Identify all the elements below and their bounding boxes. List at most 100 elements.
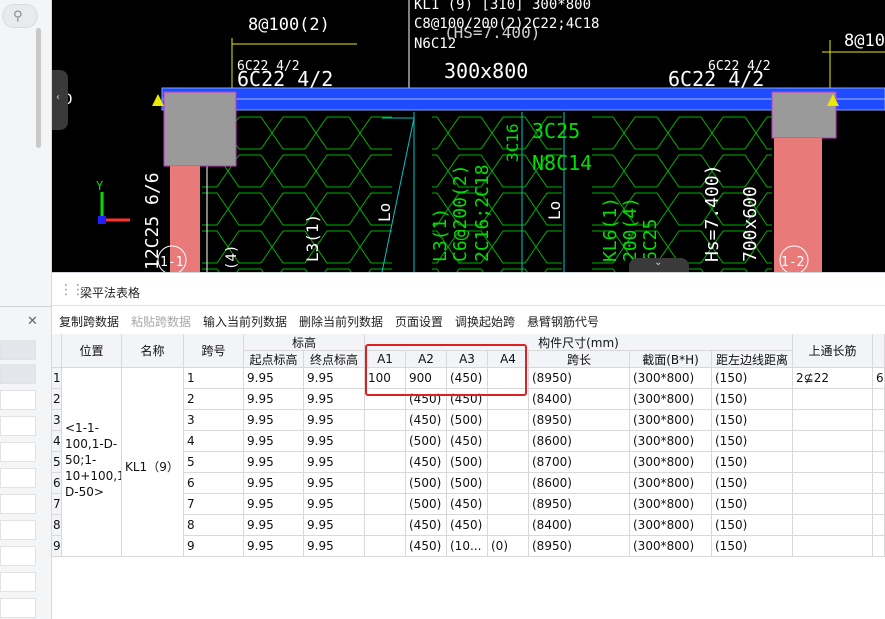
left-distance-cell[interactable]: (150) bbox=[712, 494, 793, 515]
top-bar-cell[interactable] bbox=[793, 515, 873, 536]
left-scrollbar[interactable] bbox=[36, 28, 41, 148]
swap-start-span-button[interactable]: 调换起始跨 bbox=[455, 313, 515, 330]
close-icon[interactable]: ✕ bbox=[27, 314, 38, 329]
left-distance-cell[interactable]: (150) bbox=[712, 389, 793, 410]
span-length-cell[interactable]: (8700) bbox=[529, 452, 630, 473]
left-distance-cell[interactable]: (150) bbox=[712, 473, 793, 494]
end-elev-cell[interactable]: 9.95 bbox=[304, 452, 365, 473]
start-elev-cell[interactable]: 9.95 bbox=[244, 410, 304, 431]
extra-cell[interactable] bbox=[873, 410, 885, 431]
top-bar-cell[interactable] bbox=[793, 473, 873, 494]
top-bar-cell[interactable] bbox=[793, 431, 873, 452]
section-cell[interactable]: (300*800) bbox=[630, 473, 712, 494]
a1-cell[interactable] bbox=[365, 536, 406, 557]
extra-cell[interactable] bbox=[873, 494, 885, 515]
a3-cell[interactable]: (10... bbox=[447, 536, 488, 557]
a1-cell[interactable] bbox=[365, 473, 406, 494]
span-cell[interactable]: 1 bbox=[184, 368, 244, 389]
section-cell[interactable]: (300*800) bbox=[630, 410, 712, 431]
end-elev-cell[interactable]: 9.95 bbox=[304, 368, 365, 389]
span-cell[interactable]: 3 bbox=[184, 410, 244, 431]
extra-cell[interactable] bbox=[873, 515, 885, 536]
span-length-cell[interactable]: (8400) bbox=[529, 389, 630, 410]
left-list-item[interactable] bbox=[0, 416, 36, 436]
top-bar-cell[interactable] bbox=[793, 494, 873, 515]
a1-cell[interactable] bbox=[365, 494, 406, 515]
a2-cell[interactable]: (450) bbox=[406, 515, 447, 536]
a4-cell[interactable] bbox=[488, 431, 529, 452]
section-cell[interactable]: (300*800) bbox=[630, 431, 712, 452]
top-bar-cell[interactable] bbox=[793, 389, 873, 410]
end-elev-cell[interactable]: 9.95 bbox=[304, 410, 365, 431]
start-elev-cell[interactable]: 9.95 bbox=[244, 389, 304, 410]
extra-cell[interactable] bbox=[873, 536, 885, 557]
span-cell[interactable]: 9 bbox=[184, 536, 244, 557]
section-cell[interactable]: (300*800) bbox=[630, 536, 712, 557]
section-cell[interactable]: (300*800) bbox=[630, 452, 712, 473]
left-distance-cell[interactable]: (150) bbox=[712, 515, 793, 536]
cantilever-code-button[interactable]: 悬臂钢筋代号 bbox=[527, 313, 599, 330]
end-elev-cell[interactable]: 9.95 bbox=[304, 431, 365, 452]
top-bar-cell[interactable] bbox=[793, 452, 873, 473]
a4-cell[interactable] bbox=[488, 494, 529, 515]
a3-cell[interactable]: (500) bbox=[447, 410, 488, 431]
end-elev-cell[interactable]: 9.95 bbox=[304, 515, 365, 536]
a1-cell[interactable] bbox=[365, 515, 406, 536]
start-elev-cell[interactable]: 9.95 bbox=[244, 515, 304, 536]
extra-cell[interactable]: 6 bbox=[873, 368, 885, 389]
start-elev-cell[interactable]: 9.95 bbox=[244, 368, 304, 389]
a3-cell[interactable]: (450) bbox=[447, 431, 488, 452]
start-elev-cell[interactable]: 9.95 bbox=[244, 494, 304, 515]
a4-cell[interactable] bbox=[488, 515, 529, 536]
section-cell[interactable]: (300*800) bbox=[630, 389, 712, 410]
start-elev-cell[interactable]: 9.95 bbox=[244, 431, 304, 452]
top-bar-cell[interactable] bbox=[793, 536, 873, 557]
left-distance-cell[interactable]: (150) bbox=[712, 431, 793, 452]
a2-cell[interactable]: (500) bbox=[406, 431, 447, 452]
section-cell[interactable]: (300*800) bbox=[630, 368, 712, 389]
a4-cell[interactable] bbox=[488, 452, 529, 473]
section-cell[interactable]: (300*800) bbox=[630, 515, 712, 536]
a3-cell[interactable]: (500) bbox=[447, 473, 488, 494]
position-cell[interactable]: <1-1-100,1-D-50;1-10+100,1-D-50> bbox=[62, 368, 122, 557]
span-cell[interactable]: 2 bbox=[184, 389, 244, 410]
left-list-item[interactable] bbox=[0, 390, 36, 410]
span-cell[interactable]: 4 bbox=[184, 431, 244, 452]
a2-cell[interactable]: (450) bbox=[406, 410, 447, 431]
left-list-item[interactable] bbox=[0, 442, 36, 462]
span-length-cell[interactable]: (8950) bbox=[529, 368, 630, 389]
span-length-cell[interactable]: (8950) bbox=[529, 494, 630, 515]
left-list-item[interactable] bbox=[0, 572, 36, 592]
top-bar-cell[interactable]: 2⊈22 bbox=[793, 368, 873, 389]
end-elev-cell[interactable]: 9.95 bbox=[304, 494, 365, 515]
a4-cell[interactable]: (0) bbox=[488, 536, 529, 557]
start-elev-cell[interactable]: 9.95 bbox=[244, 452, 304, 473]
left-distance-cell[interactable]: (150) bbox=[712, 452, 793, 473]
end-elev-cell[interactable]: 9.95 bbox=[304, 536, 365, 557]
left-list-item[interactable] bbox=[0, 364, 36, 384]
a2-cell[interactable]: (500) bbox=[406, 473, 447, 494]
extra-cell[interactable] bbox=[873, 389, 885, 410]
a2-cell[interactable]: (500) bbox=[406, 494, 447, 515]
side-panel-toggle[interactable]: ‹ bbox=[52, 70, 68, 130]
left-distance-cell[interactable]: (150) bbox=[712, 536, 793, 557]
span-length-cell[interactable]: (8400) bbox=[529, 515, 630, 536]
left-list-item[interactable] bbox=[0, 340, 36, 360]
a2-cell[interactable]: (450) bbox=[406, 452, 447, 473]
span-cell[interactable]: 5 bbox=[184, 452, 244, 473]
page-setup-button[interactable]: 页面设置 bbox=[395, 313, 443, 330]
left-search-box[interactable]: ⚲ bbox=[2, 4, 38, 28]
a4-cell[interactable] bbox=[488, 410, 529, 431]
span-length-cell[interactable]: (8950) bbox=[529, 410, 630, 431]
a4-cell[interactable] bbox=[488, 473, 529, 494]
left-list-item[interactable] bbox=[0, 494, 36, 514]
panel-collapse-toggle[interactable]: ⌄ bbox=[629, 257, 689, 272]
left-list-item[interactable] bbox=[0, 546, 36, 566]
extra-cell[interactable] bbox=[873, 431, 885, 452]
a3-cell[interactable]: (450) bbox=[447, 515, 488, 536]
extra-cell[interactable] bbox=[873, 473, 885, 494]
section-cell[interactable]: (300*800) bbox=[630, 494, 712, 515]
top-bar-cell[interactable] bbox=[793, 410, 873, 431]
delete-column-data-button[interactable]: 删除当前列数据 bbox=[299, 313, 383, 330]
left-list-item[interactable] bbox=[0, 520, 36, 540]
